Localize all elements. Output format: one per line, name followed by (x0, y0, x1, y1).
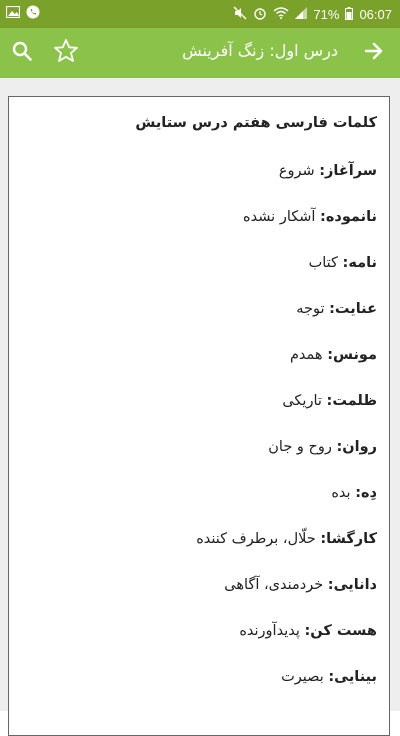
vocab-meaning: آشکار نشده (243, 209, 321, 225)
wifi-icon (273, 7, 289, 22)
vocab-term: نامه: (342, 255, 377, 271)
search-button[interactable] (8, 39, 36, 67)
signal-icon (295, 7, 308, 22)
star-outline-icon (53, 38, 79, 68)
vocab-row: دِه: بده (21, 483, 377, 529)
vocab-row: کارگشا: حلّال، برطرف کننده (21, 529, 377, 575)
vocab-meaning: بده (331, 485, 356, 501)
vocab-meaning: کتاب (308, 255, 343, 271)
vocab-row: دانایی: خردمندی، آگاهی (21, 575, 377, 621)
search-icon (11, 40, 33, 66)
lesson-card: کلمات فارسی هفتم درس ستایش سرآغاز: شروع ن… (8, 96, 390, 736)
status-system: 71% 06:07 (233, 6, 392, 23)
vocab-row: نانموده: آشکار نشده (21, 207, 377, 253)
vocab-meaning: توجه (296, 301, 330, 317)
content-area[interactable]: کلمات فارسی هفتم درس ستایش سرآغاز: شروع ن… (0, 78, 400, 736)
vocab-meaning: شروع (278, 163, 320, 179)
vocab-list: سرآغاز: شروع نانموده: آشکار نشده نامه: کتا… (21, 161, 377, 713)
vocab-row: بینایی: بصیرت (21, 667, 377, 713)
status-bar: 71% 06:07 (0, 0, 400, 28)
favorite-button[interactable] (52, 39, 80, 67)
vocab-term: نانموده: (320, 209, 377, 225)
vocab-row: ظلمت: تاریکی (21, 391, 377, 437)
vocab-meaning: حلّال، برطرف کننده (196, 531, 321, 547)
vocab-meaning: روح و جان (268, 439, 337, 455)
vocab-row: عنایت: توجه (21, 299, 377, 345)
vocab-meaning: پدیدآورنده (239, 623, 305, 639)
vocab-row: نامه: کتاب (21, 253, 377, 299)
vocab-row: مونس: همدم (21, 345, 377, 391)
vocab-term: ظلمت: (326, 393, 377, 409)
vocab-term: دانایی: (327, 577, 377, 593)
arrow-right-icon (363, 40, 385, 66)
vocab-meaning: خردمندی، آگاهی (224, 577, 328, 593)
vocab-term: سرآغاز: (319, 163, 377, 179)
vocab-term: عنایت: (329, 301, 377, 317)
mute-icon (233, 6, 247, 23)
vocab-term: بینایی: (328, 669, 377, 685)
vocab-meaning: تاریکی (282, 393, 327, 409)
battery-icon (345, 6, 354, 23)
vocab-row: روان: روح و جان (21, 437, 377, 483)
vocab-row: سرآغاز: شروع (21, 161, 377, 207)
alarm-icon (253, 6, 267, 23)
vocab-meaning: همدم (289, 347, 328, 363)
vocab-term: روان: (336, 439, 377, 455)
clock: 06:07 (359, 7, 392, 22)
app-bar: درس اول: زنگ آفرینش (0, 28, 400, 78)
vocab-term: هست کن: (304, 623, 378, 639)
page-title: درس اول: زنگ آفرینش (182, 41, 338, 60)
status-notifications (5, 5, 40, 22)
vocab-term: مونس: (327, 347, 377, 363)
lesson-heading: کلمات فارسی هفتم درس ستایش (135, 115, 377, 131)
vocab-meaning: بصیرت (281, 669, 329, 685)
vocab-term: کارگشا: (320, 531, 377, 547)
back-button[interactable] (360, 39, 388, 67)
phone-icon (26, 5, 40, 22)
vocab-term: دِه: (355, 485, 377, 501)
battery-percent: 71% (313, 7, 340, 22)
gallery-icon (5, 5, 21, 21)
vocab-row: هست کن: پدیدآورنده (21, 621, 377, 667)
